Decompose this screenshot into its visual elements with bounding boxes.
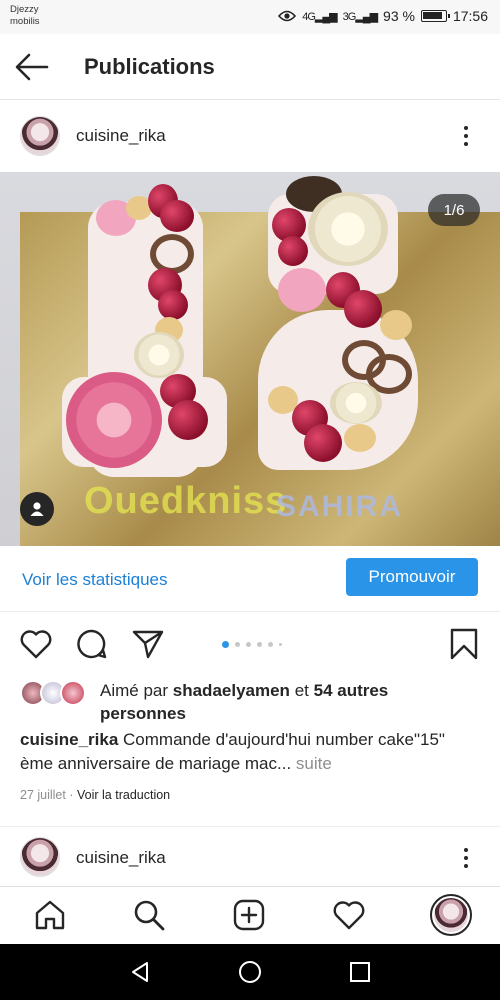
nav-profile[interactable]: [430, 894, 472, 936]
bookmark-icon: [450, 628, 478, 660]
system-navigation-bar: [0, 944, 500, 1000]
cake-decoration: [344, 290, 382, 328]
status-indicators: 4G▂▄▆ 3G▂▄▆ 93 % 17:56: [278, 8, 488, 24]
likes-conjunction: et: [294, 681, 309, 700]
post-header: cuisine_rika: [0, 100, 500, 172]
profile-avatar: [434, 898, 468, 932]
nav-home[interactable]: [32, 897, 68, 933]
comment-icon: [77, 629, 107, 659]
cake-decoration: [330, 382, 382, 424]
cake-decoration: [160, 200, 194, 232]
battery-icon: [420, 10, 450, 22]
promote-button[interactable]: Promouvoir: [346, 558, 478, 596]
cake-decoration: [308, 192, 388, 266]
carousel-dot: [246, 642, 251, 647]
carousel-dot: [235, 642, 240, 647]
triangle-back-icon: [132, 962, 148, 982]
page-title: Publications: [84, 54, 215, 79]
next-post-avatar[interactable]: [20, 837, 60, 877]
carousel-dot: [279, 643, 282, 646]
heart-icon: [333, 901, 365, 930]
battery-percent: 93 %: [383, 8, 415, 24]
system-recents-button[interactable]: [346, 958, 374, 986]
image-counter-badge: 1/6: [428, 194, 480, 226]
cake-decoration: [150, 234, 194, 274]
post-username[interactable]: cuisine_rika: [76, 126, 166, 146]
avatar-image: [21, 838, 59, 876]
avatar-image: [21, 117, 59, 155]
system-back-button[interactable]: [126, 958, 154, 986]
carousel-indicator: [222, 641, 282, 648]
cake-decoration: [134, 332, 184, 378]
caption-username[interactable]: cuisine_rika: [20, 730, 118, 749]
cake-decoration: [380, 310, 412, 340]
person-icon: [30, 502, 44, 516]
cake-decoration: [66, 372, 162, 468]
cake-decoration: [278, 268, 326, 312]
share-button[interactable]: [130, 626, 166, 662]
home-icon: [35, 900, 65, 930]
circle-home-icon: [239, 961, 261, 983]
carrier-name: Djezzy mobilis: [10, 4, 40, 28]
search-icon: [134, 900, 165, 931]
cake-decoration: [344, 424, 376, 452]
cake-decoration: [304, 424, 342, 462]
heart-icon: [20, 630, 52, 659]
cake-decoration: [168, 400, 208, 440]
post-caption: cuisine_rika Commande d'aujourd'hui numb…: [20, 728, 480, 776]
save-button[interactable]: [446, 626, 482, 662]
meta-separator: ·: [69, 788, 74, 802]
carrier-line-1: Djezzy: [10, 4, 39, 15]
signal-3g-icon: 3G▂▄▆: [342, 10, 378, 23]
carousel-dot-active: [222, 641, 229, 648]
post-date: 27 juillet: [20, 788, 66, 802]
bottom-navigation: [0, 886, 500, 944]
nav-search[interactable]: [131, 897, 167, 933]
clock: 17:56: [452, 8, 488, 24]
view-insights-link[interactable]: Voir les statistiques: [22, 570, 168, 590]
nav-new-post[interactable]: [231, 897, 267, 933]
cake-decoration: [158, 290, 188, 320]
post-image[interactable]: 1/6 Ouedkniss SAHIRA: [0, 172, 500, 546]
status-bar: Djezzy mobilis 4G▂▄▆ 3G▂▄▆ 93 % 17:56: [0, 0, 500, 34]
send-icon: [132, 630, 164, 659]
carrier-line-2: mobilis: [10, 16, 40, 27]
back-arrow-icon: [15, 53, 49, 81]
eye-icon: [278, 10, 297, 22]
avatar[interactable]: [20, 116, 60, 156]
add-icon: [233, 899, 265, 931]
more-options-icon[interactable]: [456, 843, 476, 873]
next-post-username[interactable]: cuisine_rika: [76, 848, 166, 868]
likes-prefix: Aimé par: [100, 681, 169, 700]
likes-text: Aimé par shadaelyamen et 54 autres perso…: [100, 679, 450, 725]
system-home-button[interactable]: [236, 958, 264, 986]
more-options-icon[interactable]: [456, 121, 476, 151]
cake-decoration: [278, 236, 308, 266]
liker-avatars: [20, 680, 90, 706]
insights-bar: Voir les statistiques Promouvoir: [0, 546, 500, 612]
user-tag-button[interactable]: [20, 492, 54, 526]
post-actions: [0, 614, 500, 674]
like-button[interactable]: [18, 626, 54, 662]
comment-button[interactable]: [74, 626, 110, 662]
watermark-ouedkniss: Ouedkniss: [84, 480, 288, 522]
signal-4g-icon: 4G▂▄▆: [302, 10, 337, 23]
liker-avatar: [60, 680, 86, 706]
app-header: Publications: [0, 34, 500, 100]
post-meta: 27 juillet · Voir la traduction: [20, 788, 170, 802]
carousel-dot: [268, 642, 273, 647]
back-button[interactable]: [14, 51, 50, 83]
caption-more-link[interactable]: suite: [296, 754, 332, 773]
next-post-header: cuisine_rika: [0, 826, 500, 886]
watermark-sahira: SAHIRA: [276, 490, 404, 523]
see-translation-link[interactable]: Voir la traduction: [77, 788, 170, 802]
square-recents-icon: [350, 962, 370, 982]
nav-activity[interactable]: [331, 897, 367, 933]
carousel-dot: [257, 642, 262, 647]
liker-username[interactable]: shadaelyamen: [173, 681, 290, 700]
